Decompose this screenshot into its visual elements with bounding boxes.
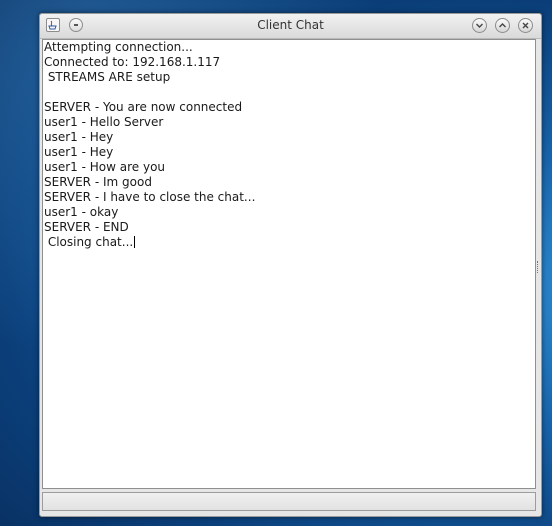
chat-line: Attempting connection...	[44, 40, 193, 54]
close-icon[interactable]	[518, 18, 533, 33]
chat-log-textarea[interactable]: Attempting connection... Connected to: 1…	[42, 39, 536, 489]
chat-line: SERVER - Im good	[44, 175, 152, 189]
window-title: Client Chat	[257, 18, 324, 32]
chat-line: user1 - Hello Server	[44, 115, 164, 129]
chat-line: user1 - How are you	[44, 160, 166, 174]
message-input[interactable]	[42, 492, 536, 511]
chevron-up-icon[interactable]	[495, 18, 510, 33]
client-chat-window: Client Chat Attempting connection... Con…	[39, 13, 542, 517]
chat-line-last: Closing chat...	[43, 235, 535, 250]
chat-line: SERVER - END	[44, 220, 129, 234]
chat-line: SERVER - You are now connected	[44, 100, 243, 114]
chat-line: Connected to: 192.168.1.117	[44, 55, 221, 69]
chat-line-text: Closing chat...	[44, 235, 134, 249]
resize-grip[interactable]	[537, 261, 541, 273]
chat-line: SERVER - I have to close the chat...	[44, 190, 256, 204]
chat-line: user1 - Hey	[44, 130, 114, 144]
title-bar[interactable]: Client Chat	[40, 14, 541, 39]
chat-line: user1 - Hey	[44, 145, 114, 159]
chat-line: user1 - okay	[44, 205, 119, 219]
chat-line	[43, 85, 535, 100]
chevron-down-icon[interactable]	[472, 18, 487, 33]
text-caret	[134, 236, 136, 248]
chat-line: STREAMS ARE setup	[44, 70, 171, 84]
